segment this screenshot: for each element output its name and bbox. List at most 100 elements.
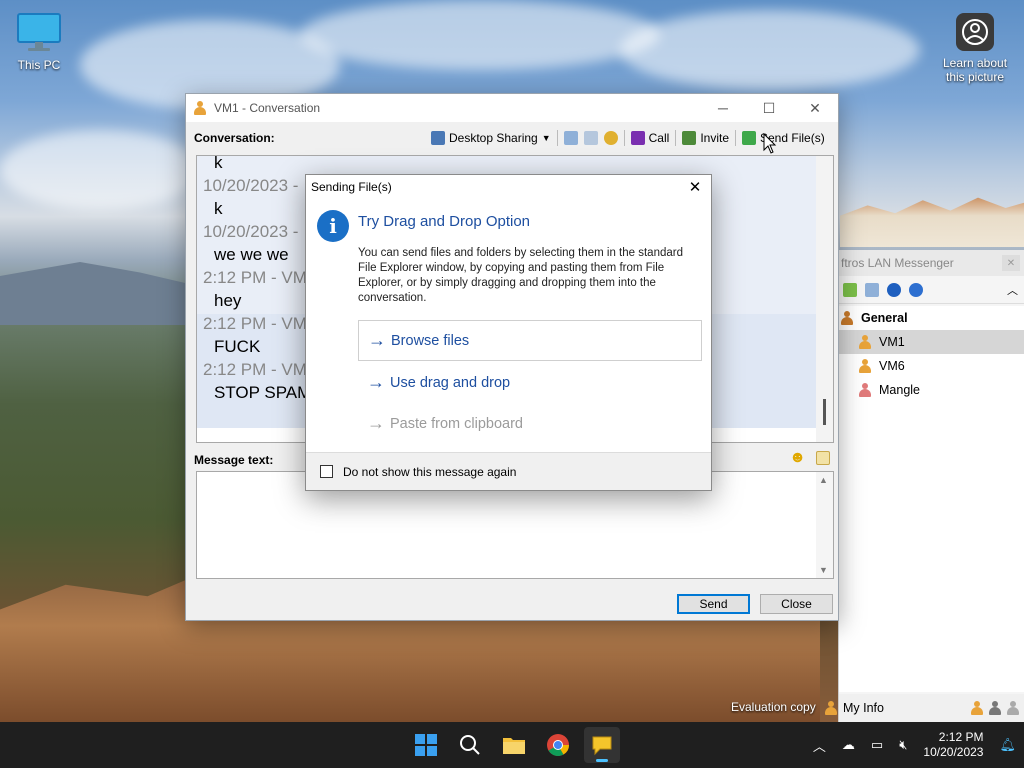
dialog-footer: Do not show this message again xyxy=(306,452,711,490)
chevron-up-icon[interactable]: ︿ xyxy=(813,736,826,755)
desktop-sharing-button[interactable]: Desktop Sharing ▼ xyxy=(428,127,554,149)
status-away-icon[interactable] xyxy=(1007,701,1019,715)
this-pc-desktop-icon[interactable]: This PC xyxy=(0,12,78,72)
contact-vm6[interactable]: VM6 xyxy=(839,354,1024,378)
send-file-icon xyxy=(742,131,756,145)
desktop-sharing-label: Desktop Sharing xyxy=(449,131,538,145)
maximize-icon[interactable]: ☐ xyxy=(746,94,792,122)
close-icon[interactable]: ✕ xyxy=(792,94,838,122)
contact-mangle[interactable]: Mangle xyxy=(839,378,1024,402)
group-label: General xyxy=(861,311,908,325)
close-icon[interactable]: ✕ xyxy=(1002,255,1020,271)
browse-files-option[interactable]: → Browse files xyxy=(358,320,702,361)
arrow-right-icon: → xyxy=(368,330,386,350)
message-body: FUCK xyxy=(214,337,261,356)
chat-bubble-icon xyxy=(592,736,612,756)
dropdown-arrow-icon: ▼ xyxy=(541,133,551,143)
call-button[interactable]: Call xyxy=(628,127,673,149)
group-general[interactable]: General xyxy=(839,306,1024,330)
video-call-icon xyxy=(630,131,645,145)
dialog-body-text: You can send files and folders by select… xyxy=(358,247,683,304)
help-icon[interactable] xyxy=(887,282,901,297)
chevron-up-icon[interactable]: ︿ xyxy=(1007,282,1018,298)
invite-label: Invite xyxy=(700,131,729,145)
display-icon[interactable]: ▭ xyxy=(871,737,883,753)
close-icon[interactable]: ✕ xyxy=(685,177,705,197)
gear-icon xyxy=(603,131,618,145)
evaluation-copy-text: Evaluation copy xyxy=(731,700,816,714)
this-pc-label: This PC xyxy=(17,58,61,72)
arrow-right-icon: → xyxy=(367,372,385,392)
close-button[interactable]: Close xyxy=(760,594,833,614)
option-label: Browse files xyxy=(391,332,470,349)
my-info-bar: My Info xyxy=(825,694,1024,722)
sending-files-dialog: Sending File(s) ✕ i Try Drag and Drop Op… xyxy=(305,174,712,491)
my-info-label[interactable]: My Info xyxy=(843,701,884,715)
contact-name: VM1 xyxy=(879,335,905,349)
volume-muted-icon[interactable]: 🔇︎ xyxy=(899,737,907,753)
dialog-title: Sending File(s) xyxy=(311,180,392,194)
message-timestamp: 10/20/2023 - xyxy=(203,176,299,195)
checkbox-label[interactable]: Do not show this message again xyxy=(343,465,516,479)
use-drag-and-drop-option[interactable]: → Use drag and drop xyxy=(358,362,702,403)
notification-bell-icon[interactable]: 🔔︎ xyxy=(999,737,1016,753)
invite-button[interactable]: Invite xyxy=(679,127,732,149)
monitor-icon xyxy=(17,13,61,51)
user-icon xyxy=(859,383,871,397)
add-folder-icon[interactable] xyxy=(843,282,857,297)
scroll-down-icon[interactable]: ▼ xyxy=(819,565,828,575)
user-icon xyxy=(825,701,837,715)
info-icon: i xyxy=(317,210,349,242)
user-icon xyxy=(194,101,206,115)
conversation-toolbar: Conversation: Desktop Sharing ▼ Call Inv… xyxy=(186,127,838,149)
contact-name: VM6 xyxy=(879,359,905,373)
status-online-icon[interactable] xyxy=(971,701,983,715)
learn-about-picture-label: Learn about this picture xyxy=(942,56,1008,84)
message-timestamp: 2:12 PM - VM xyxy=(203,268,307,287)
font-style-icon[interactable] xyxy=(816,451,830,465)
settings-button[interactable] xyxy=(601,127,621,149)
messenger-main-window: ftros LAN Messenger ✕ ︿ General VM1 VM6 … xyxy=(825,250,1024,722)
status-busy-icon[interactable] xyxy=(989,701,1001,715)
vertical-scrollbar[interactable]: ▲ ▼ xyxy=(816,472,833,578)
transfers-button[interactable] xyxy=(581,127,601,149)
message-body: STOP SPAM xyxy=(214,383,312,402)
message-body: k xyxy=(214,199,223,218)
chrome-button[interactable] xyxy=(540,727,576,763)
learn-about-picture-icon[interactable]: Learn about this picture xyxy=(936,12,1014,84)
network-status-icon[interactable]: ☁ xyxy=(842,737,855,753)
history-button[interactable] xyxy=(561,127,581,149)
send-files-button[interactable]: Send File(s) xyxy=(739,127,828,149)
window-title: VM1 - Conversation xyxy=(214,101,321,115)
message-text-label: Message text: xyxy=(194,453,274,467)
group-icon xyxy=(841,311,853,325)
message-timestamp: 2:12 PM - VM xyxy=(203,360,307,379)
title-bar: VM1 - Conversation ─ ☐ ✕ xyxy=(186,94,838,122)
dialog-heading: Try Drag and Drop Option xyxy=(358,213,531,230)
lan-messenger-button[interactable] xyxy=(584,727,620,763)
arrow-right-icon: → xyxy=(367,413,385,433)
search-icon xyxy=(460,735,480,755)
scroll-up-icon[interactable]: ▲ xyxy=(819,475,828,485)
emoticon-icon[interactable]: ☻ xyxy=(789,449,806,467)
search-button[interactable] xyxy=(452,727,488,763)
history-icon[interactable] xyxy=(865,282,879,297)
send-button[interactable]: Send xyxy=(677,594,750,614)
call-label: Call xyxy=(648,131,670,145)
desktop-sharing-icon xyxy=(431,131,445,145)
messenger-title: ftros LAN Messenger xyxy=(841,256,954,270)
file-explorer-button[interactable] xyxy=(496,727,532,763)
start-button[interactable] xyxy=(408,727,444,763)
vertical-scrollbar[interactable] xyxy=(816,156,833,442)
clock-date: 10/20/2023 xyxy=(923,745,984,759)
system-clock[interactable]: 2:12 PM 10/20/2023 xyxy=(923,730,983,760)
info-icon[interactable] xyxy=(909,282,923,297)
do-not-show-checkbox[interactable] xyxy=(320,465,333,478)
contact-vm1[interactable]: VM1 xyxy=(839,330,1024,354)
camera-location-icon xyxy=(956,13,994,51)
messenger-toolbar: ︿ xyxy=(839,276,1024,304)
minimize-icon[interactable]: ─ xyxy=(700,94,746,122)
option-label: Paste from clipboard xyxy=(390,415,523,432)
taskbar: ︿ ☁ ▭ 🔇︎ 2:12 PM 10/20/2023 🔔︎ xyxy=(0,722,1024,768)
message-body: we we we xyxy=(214,245,289,264)
